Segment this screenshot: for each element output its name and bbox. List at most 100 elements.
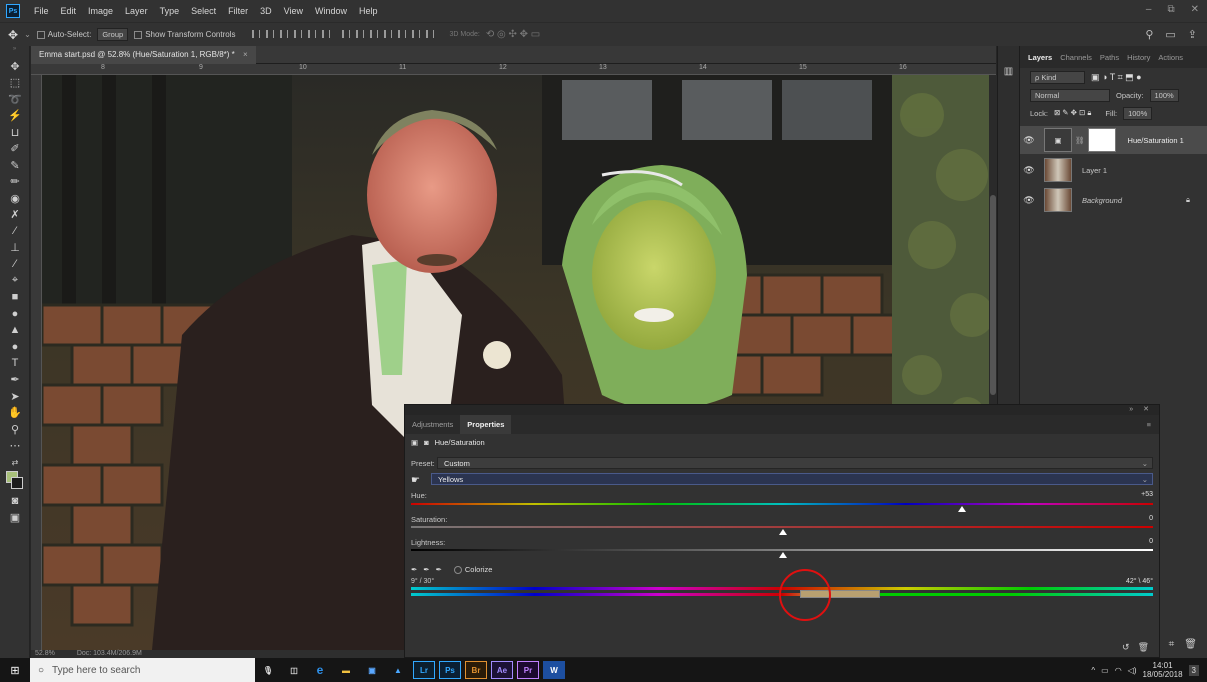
photoshop-taskbar-icon[interactable]: Ps	[439, 661, 461, 679]
tab-adjustments[interactable]: Adjustments	[405, 415, 460, 434]
saturation-slider[interactable]	[411, 526, 1153, 528]
lightness-slider-thumb[interactable]	[779, 552, 787, 558]
edge-icon[interactable]: e	[309, 661, 331, 679]
colorize-checkbox[interactable]: Colorize	[453, 565, 492, 575]
reset-icon[interactable]: ↺	[1122, 642, 1130, 653]
eyedropper-icon[interactable]: ✒	[411, 565, 417, 574]
layer-name[interactable]: Layer 1	[1082, 166, 1107, 175]
menu-type[interactable]: Type	[154, 6, 186, 16]
dodge-tool-icon[interactable]: ⌖	[0, 273, 30, 290]
mic-icon[interactable]: 🎙︎	[257, 661, 279, 679]
collapse-icon[interactable]: »	[1129, 405, 1133, 415]
screen-mode-icon[interactable]: ▣	[0, 509, 30, 526]
hue-slider[interactable]	[411, 503, 1153, 505]
bridge-icon[interactable]: Br	[465, 661, 487, 679]
layer-mask-thumbnail[interactable]	[1087, 128, 1116, 152]
hand-tool-icon[interactable]: ✋	[0, 405, 30, 422]
sponge-tool-icon[interactable]: ●	[0, 339, 30, 356]
task-view-icon[interactable]: ◫	[283, 661, 305, 679]
blur-tool-icon[interactable]: ⁄	[0, 256, 30, 273]
clock[interactable]: 14:01 18/05/2018	[1143, 661, 1183, 679]
show-transform-checkbox[interactable]: Show Transform Controls	[134, 30, 235, 39]
close-button[interactable]: ✕	[1191, 4, 1199, 15]
lasso-tool-icon[interactable]: ➰	[0, 91, 30, 108]
3d-mode-icons[interactable]: ⟲ ◎ ✣ ✥ ▭	[486, 29, 540, 40]
search-box[interactable]: ○ Type here to search	[30, 658, 255, 682]
doc-info[interactable]: Doc: 103.4M/206.9M	[77, 650, 142, 657]
menu-image[interactable]: Image	[82, 6, 119, 16]
rectangle-tool-icon[interactable]: ■	[0, 289, 30, 306]
preset-select[interactable]: Custom ⌄	[437, 457, 1153, 469]
tray-chevron-icon[interactable]: ^	[1091, 666, 1095, 675]
hue-slider-thumb[interactable]	[957, 506, 966, 512]
marquee-tool-icon[interactable]: ⬚	[0, 75, 30, 92]
move-tool-icon[interactable]: ✥	[8, 28, 18, 42]
lightroom-icon[interactable]: Lr	[413, 661, 435, 679]
history-brush-icon[interactable]: ✗	[0, 207, 30, 224]
magic-wand-icon[interactable]: ⚡	[0, 108, 30, 125]
smudge-tool-icon[interactable]: ●	[0, 306, 30, 323]
trash-icon[interactable]: 🗑︎	[1138, 642, 1149, 653]
opacity-field[interactable]: 100%	[1149, 88, 1179, 102]
after-effects-icon[interactable]: Ae	[491, 661, 513, 679]
fill-field[interactable]: 100%	[1123, 106, 1153, 120]
tab-paths[interactable]: Paths	[1100, 53, 1119, 62]
zoom-level[interactable]: 52.8%	[35, 650, 55, 657]
quick-mask-icon[interactable]: ◙	[0, 493, 30, 510]
layer-name[interactable]: Background	[1082, 196, 1122, 205]
menu-3d[interactable]: 3D	[254, 6, 278, 16]
workspace-icon[interactable]: ▭	[1165, 28, 1175, 41]
gradient-tool-icon[interactable]: ⊥	[0, 240, 30, 257]
menu-help[interactable]: Help	[353, 6, 384, 16]
layer-name[interactable]: Hue/Saturation 1	[1128, 136, 1184, 145]
search-icon[interactable]: ⚲	[1145, 28, 1153, 41]
lock-icons[interactable]: ⊠ ✎ ✥ ⊡ 🔒︎	[1054, 108, 1091, 118]
swap-colors-icon[interactable]: ⇄	[0, 454, 30, 471]
tab-history[interactable]: History	[1127, 53, 1150, 62]
channel-select[interactable]: Yellows ⌄	[431, 473, 1153, 485]
restore-button[interactable]: ⧉	[1167, 4, 1174, 15]
color-swatches[interactable]	[0, 470, 29, 493]
eyedropper-minus-icon[interactable]: ✒	[436, 565, 442, 574]
store-icon[interactable]: ▣	[361, 661, 383, 679]
menu-filter[interactable]: Filter	[222, 6, 254, 16]
minimize-button[interactable]: –	[1146, 4, 1152, 15]
brush-tool-icon[interactable]: ✏	[0, 174, 30, 191]
histogram-icon[interactable]: ▥	[998, 66, 1019, 77]
layer-row-layer1[interactable]: 👁︎ Layer 1	[1020, 156, 1207, 184]
healing-brush-icon[interactable]: ✎	[0, 157, 30, 174]
word-icon[interactable]: W	[543, 661, 565, 679]
photos-icon[interactable]: ▲	[387, 661, 409, 679]
volume-icon[interactable]: ◁)	[1128, 666, 1137, 675]
toolbar-collapse-icon[interactable]: »	[0, 46, 29, 58]
crop-tool-icon[interactable]: ⊔	[0, 124, 30, 141]
layer-row-hue-saturation[interactable]: 👁︎ ▣ ⛓ Hue/Saturation 1	[1020, 126, 1207, 154]
blend-mode-select[interactable]: Normal	[1030, 88, 1110, 102]
network-icon[interactable]: ▭	[1101, 666, 1109, 675]
auto-select-checkbox[interactable]: Auto-Select:	[36, 30, 91, 39]
share-icon[interactable]: ⇪	[1188, 28, 1197, 41]
lightness-value[interactable]: 0	[1149, 538, 1153, 545]
tab-properties[interactable]: Properties	[460, 415, 512, 434]
eyedropper-plus-icon[interactable]: ✒	[423, 565, 429, 574]
align-icons[interactable]	[249, 29, 333, 40]
hue-value[interactable]: +53	[1141, 491, 1153, 498]
menu-window[interactable]: Window	[309, 6, 353, 16]
lightness-slider[interactable]	[411, 549, 1153, 551]
distribute-icons[interactable]	[339, 29, 437, 40]
move-tool-icon[interactable]: ✥	[0, 58, 30, 75]
tab-actions[interactable]: Actions	[1158, 53, 1183, 62]
wifi-icon[interactable]: ◠	[1115, 666, 1122, 675]
type-tool-icon[interactable]: T	[0, 355, 30, 372]
mask-icon[interactable]: ◙	[424, 438, 429, 447]
kind-filter-select[interactable]: ρ Kind	[1030, 70, 1085, 84]
menu-layer[interactable]: Layer	[119, 6, 154, 16]
menu-file[interactable]: File	[28, 6, 55, 16]
more-tools-icon[interactable]: ⋯	[0, 438, 30, 455]
stamp-tool-icon[interactable]: ◉	[0, 190, 30, 207]
panel-menu-icon[interactable]: ≡	[1147, 420, 1151, 429]
pen-tool-icon[interactable]: ✒	[0, 372, 30, 389]
menu-view[interactable]: View	[278, 6, 309, 16]
path-select-icon[interactable]: ➤	[0, 388, 30, 405]
eraser-icon[interactable]: ⁄	[0, 223, 30, 240]
